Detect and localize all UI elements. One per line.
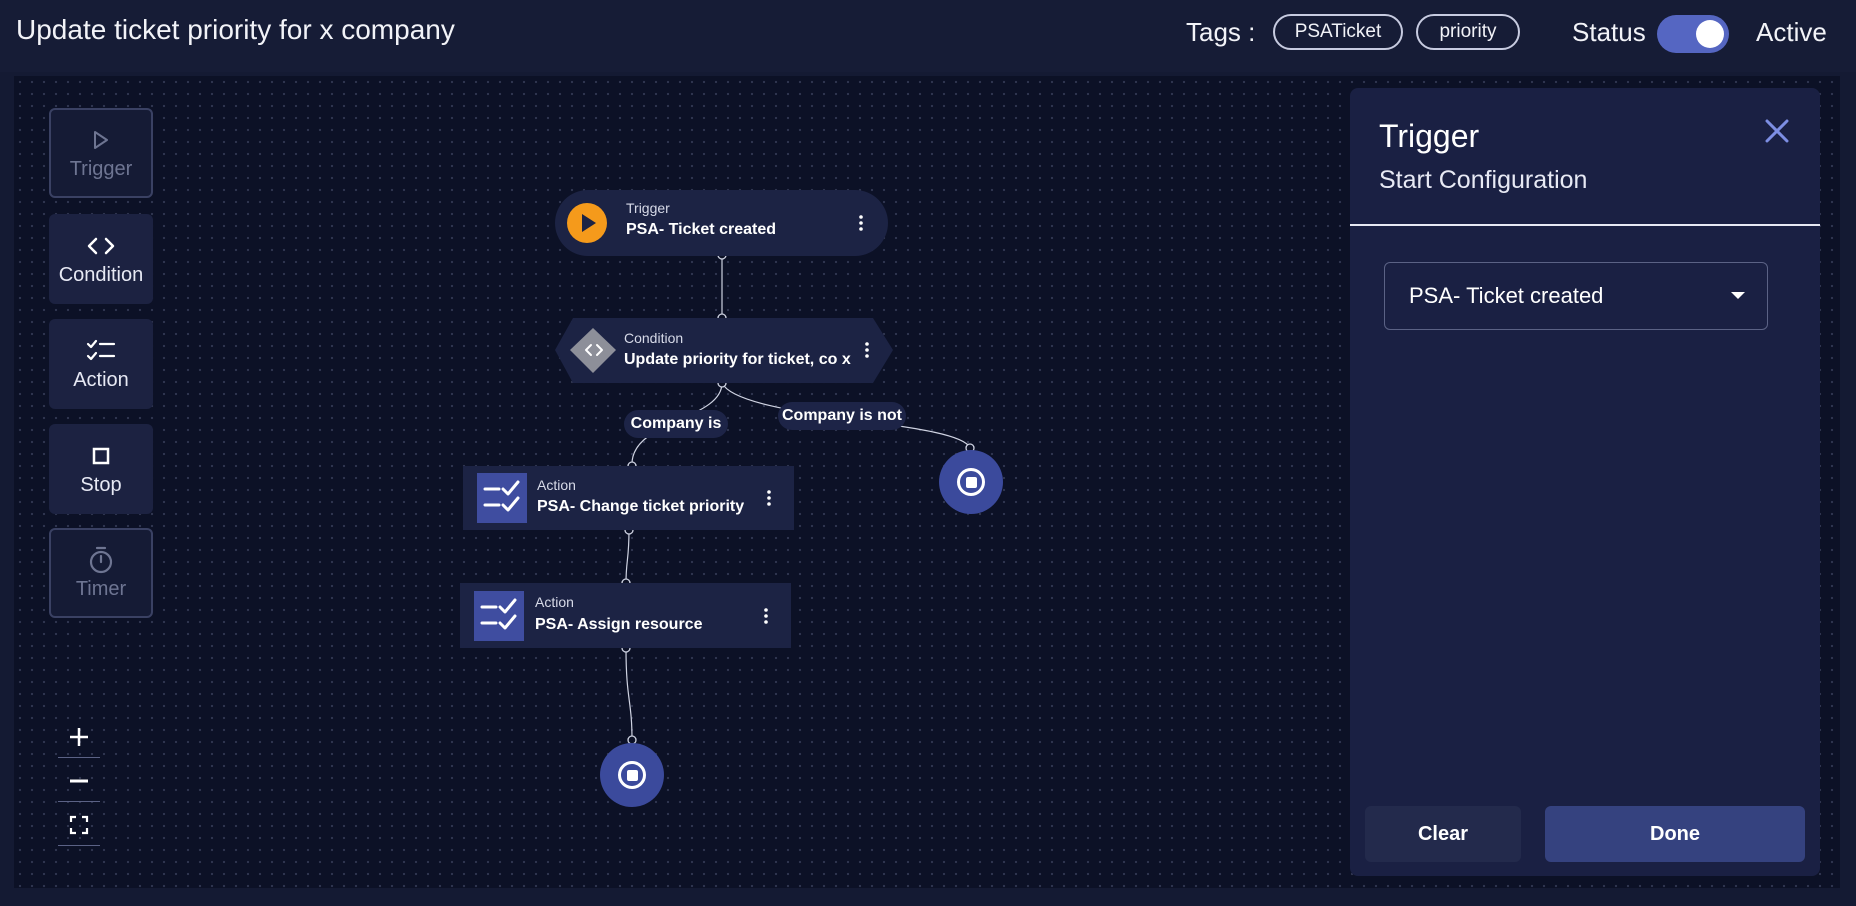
more-options-icon[interactable] [756,605,776,627]
action-node[interactable]: Action PSA- Assign resource [460,583,791,648]
edge-label-true[interactable]: Company is [624,410,728,438]
checklist-icon [86,337,116,365]
tag-chip[interactable]: PSATicket [1273,14,1403,50]
zoom-out-icon[interactable] [58,760,100,802]
status-value: Active [1756,17,1827,47]
palette-item-label: Timer [75,577,127,600]
palette-item-label: Stop [80,473,122,496]
checklist-icon [477,473,527,523]
trigger-node[interactable]: Trigger PSA- Ticket created [555,190,888,256]
stop-icon [92,442,110,470]
tag-chip[interactable]: priority [1416,14,1520,50]
node-title: PSA- Assign resource [535,616,703,633]
status-toggle[interactable] [1657,15,1729,53]
panel-divider [1350,224,1820,226]
status-label: Status [1572,17,1646,47]
panel-subtitle: Start Configuration [1379,166,1588,194]
panel-title: Trigger [1379,118,1480,154]
select-value: PSA- Ticket created [1409,283,1604,308]
top-bar: Update ticket priority for x company Tag… [0,0,1856,72]
play-icon [567,203,607,243]
more-options-icon[interactable] [759,487,779,509]
fit-view-icon[interactable] [58,804,100,846]
condition-node[interactable]: Condition Update priority for ticket, co… [555,318,893,383]
stop-node[interactable] [939,450,1003,514]
palette-item-label: Trigger [69,157,133,180]
workflow-title[interactable]: Update ticket priority for x company [16,14,455,46]
toggle-knob [1696,20,1724,48]
play-icon [93,126,109,154]
stop-icon [618,761,646,789]
trigger-select[interactable]: PSA- Ticket created [1384,262,1768,330]
node-title: PSA- Ticket created [626,221,776,238]
tags-label: Tags : [1186,17,1256,47]
node-title: Update priority for ticket, co x [624,351,851,368]
node-type-label: Condition [624,330,684,346]
close-icon[interactable] [1762,116,1792,146]
palette-item-label: Condition [58,263,144,286]
node-title: PSA- Change ticket priority [537,498,745,515]
code-icon [582,340,606,360]
more-options-icon[interactable] [851,212,871,234]
trigger-config-panel: Trigger Start Configuration PSA- Ticket … [1350,88,1820,876]
stop-node[interactable] [600,743,664,807]
clear-button[interactable]: Clear [1365,806,1521,862]
palette-item-label: Action [73,368,129,391]
palette-item-action[interactable]: Action [49,319,153,409]
code-icon [86,232,116,260]
node-type-label: Trigger [626,200,670,216]
caret-down-icon [1731,292,1745,299]
edge-label-false[interactable]: Company is not [778,402,906,430]
done-button[interactable]: Done [1545,806,1805,862]
node-type-label: Action [537,477,576,493]
zoom-in-icon[interactable] [58,716,100,758]
node-type-label: Action [535,594,574,610]
palette-item-stop[interactable]: Stop [49,424,153,514]
palette-item-trigger[interactable]: Trigger [49,108,153,198]
stop-icon [957,468,985,496]
palette-item-condition[interactable]: Condition [49,214,153,304]
checklist-icon [474,591,524,641]
more-options-icon[interactable] [857,339,877,361]
palette-item-timer[interactable]: Timer [49,528,153,618]
action-node[interactable]: Action PSA- Change ticket priority [463,466,794,530]
stopwatch-icon [88,546,114,574]
